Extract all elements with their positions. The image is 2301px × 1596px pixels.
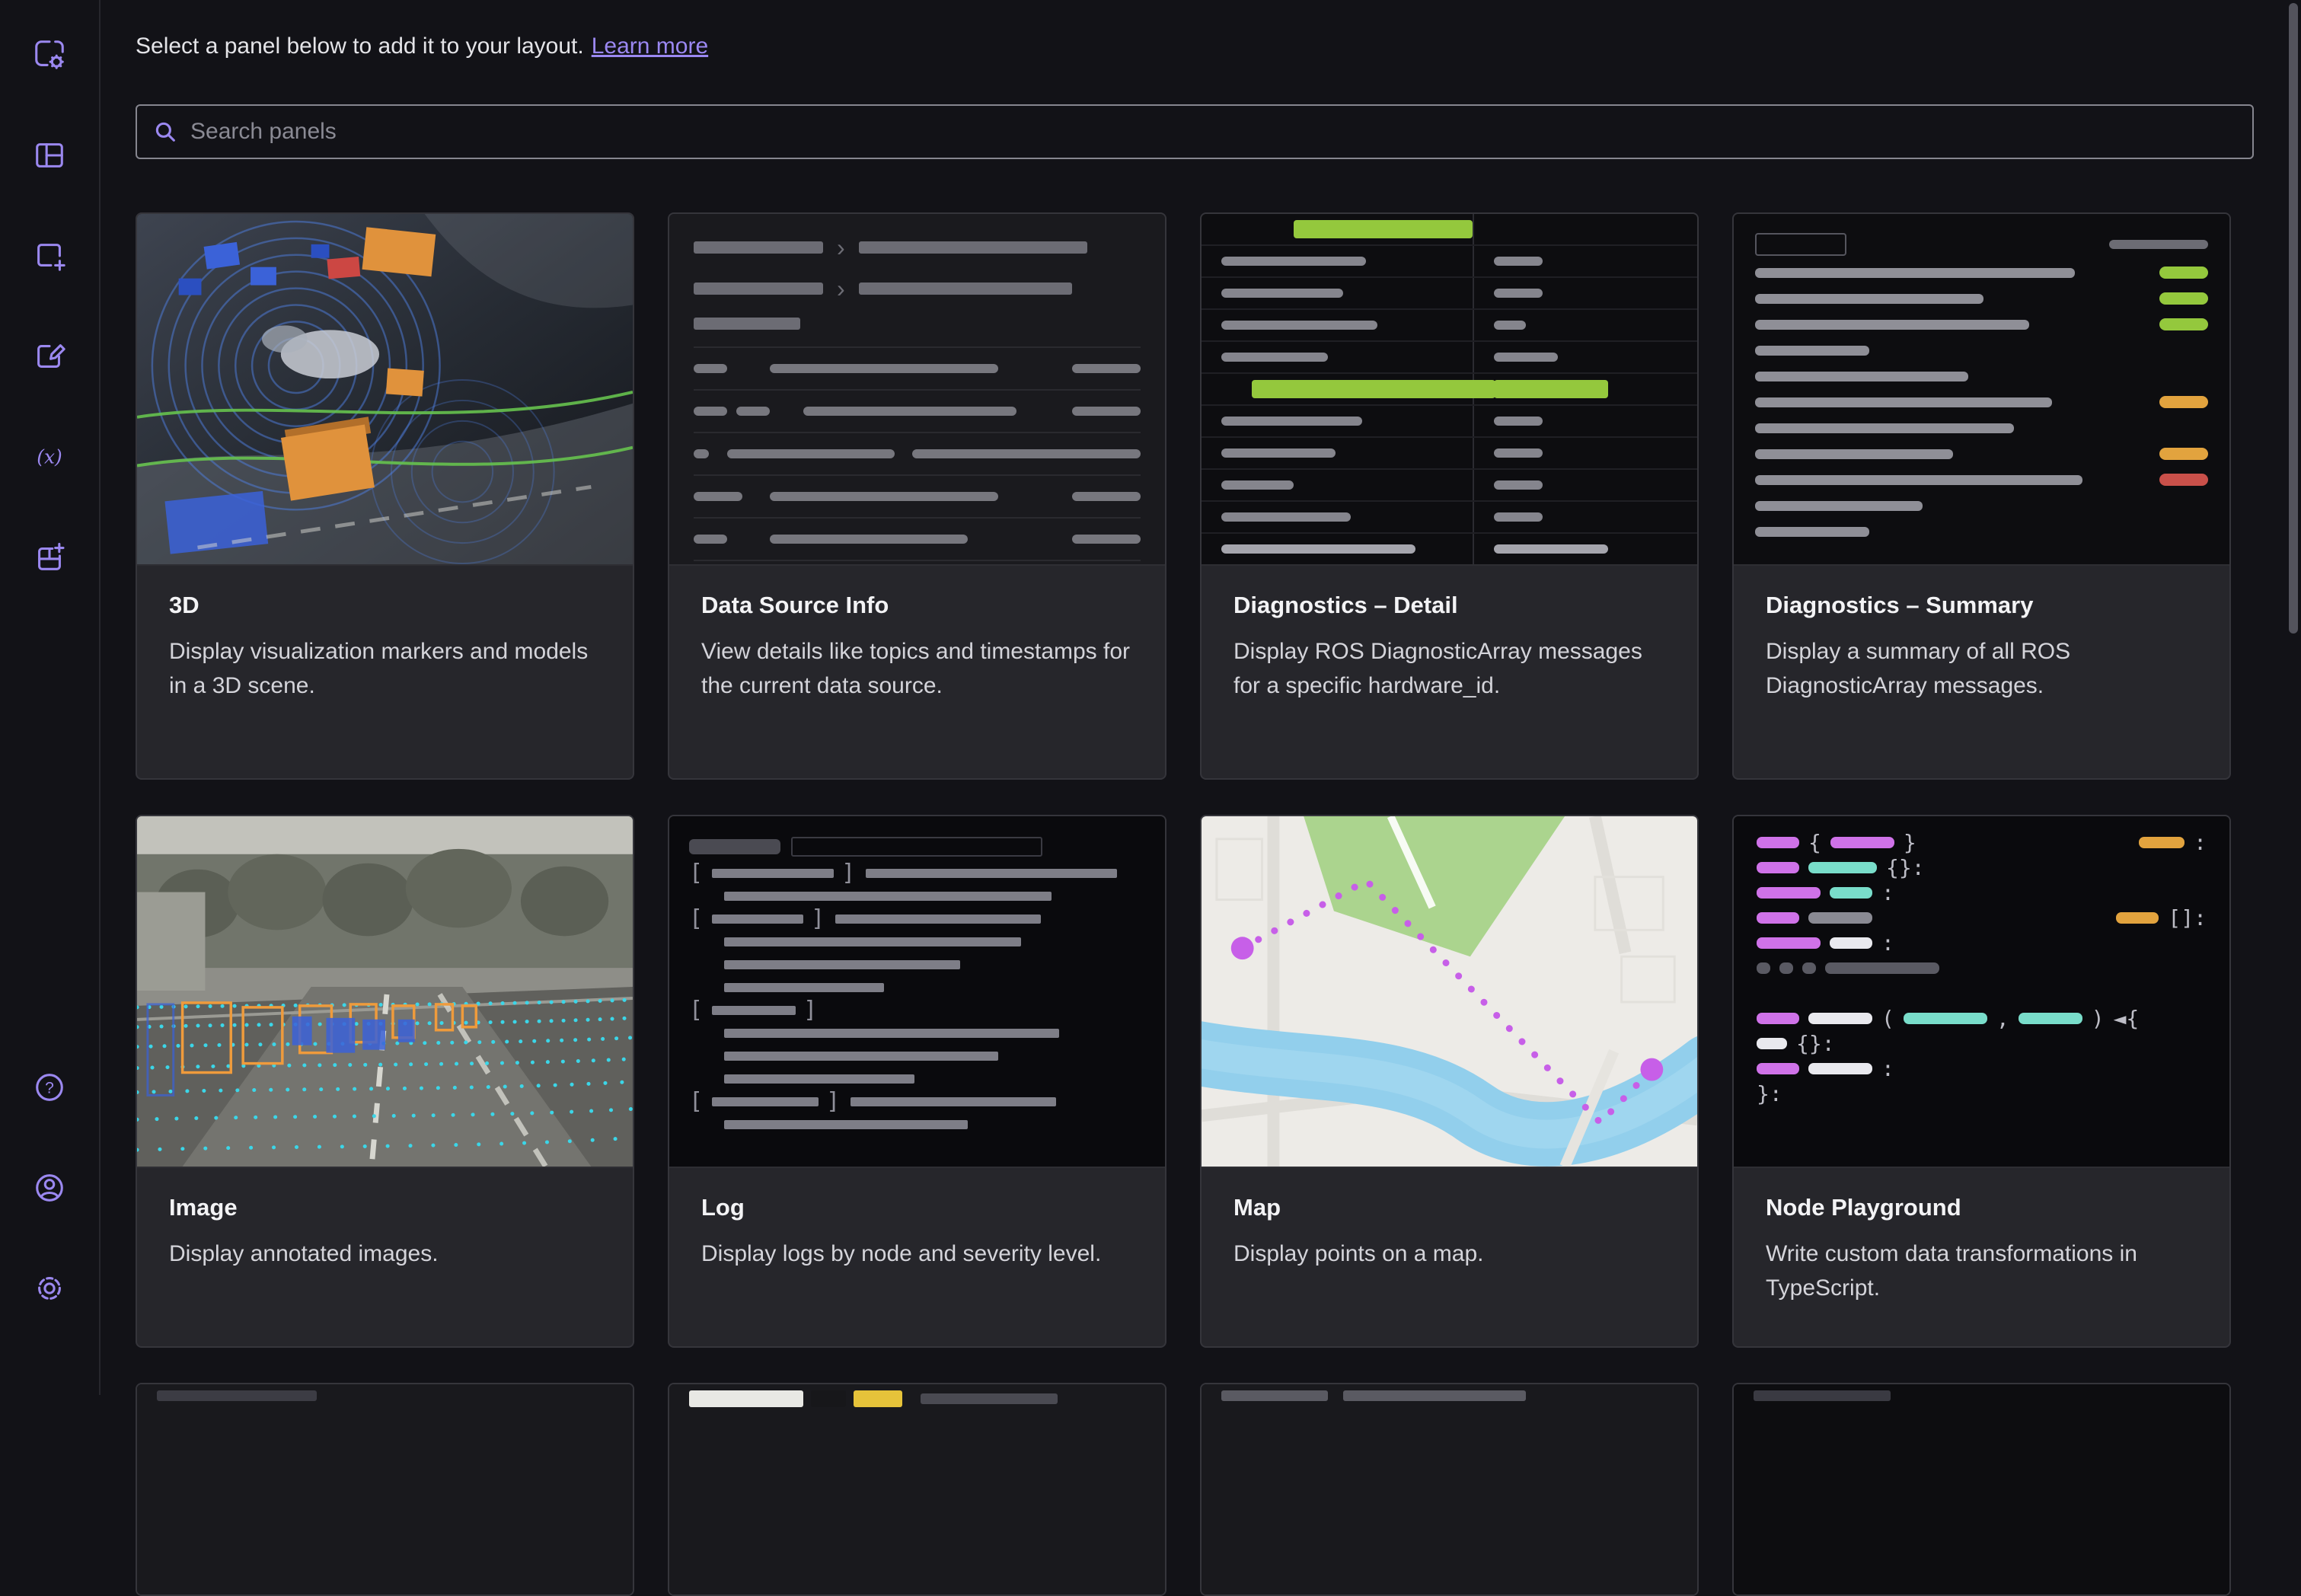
- partial-thumbnail: [669, 1384, 1165, 1596]
- panel-card-partial-2[interactable]: [668, 1383, 1166, 1596]
- help-button[interactable]: ?: [28, 1066, 71, 1109]
- prompt-text: Select a panel below to add it to your l…: [136, 34, 584, 59]
- panel-description: View details like topics and timestamps …: [701, 634, 1133, 703]
- extensions-button[interactable]: [28, 536, 71, 579]
- panel-card-diagnostics-detail[interactable]: Diagnostics – Detail Display ROS Diagnos…: [1200, 212, 1699, 780]
- panel-title: Log: [701, 1194, 1133, 1221]
- variables-icon: (x): [32, 439, 67, 474]
- image-panel-thumbnail: [137, 816, 633, 1168]
- panel-card-log[interactable]: [] [] [] [] Log Display logs by node and…: [668, 815, 1166, 1348]
- panel-card-map[interactable]: Map Display points on a map.: [1200, 815, 1699, 1348]
- data-source-button[interactable]: [28, 34, 71, 76]
- log-panel-thumbnail: [] [] [] []: [669, 816, 1165, 1168]
- account-icon: [32, 1170, 67, 1205]
- panel-title: Node Playground: [1766, 1194, 2197, 1221]
- diagnostics-summary-thumbnail: [1734, 214, 2229, 566]
- panel-description: Display visualization markers and models…: [169, 634, 601, 703]
- panel-title: Diagnostics – Detail: [1233, 592, 1665, 619]
- diagnostics-detail-thumbnail: [1202, 214, 1697, 566]
- map-panel-thumbnail: [1202, 816, 1697, 1168]
- panel-description: Display annotated images.: [169, 1237, 601, 1271]
- add-panel-icon: [32, 238, 67, 273]
- partial-thumbnail: [1734, 1384, 2229, 1596]
- panel-card-data-source-info[interactable]: › › Data Source Info View details like t…: [668, 212, 1166, 780]
- panel-title: Map: [1233, 1194, 1665, 1221]
- panel-catalog-header: Select a panel below to add it to your l…: [136, 34, 708, 59]
- left-sidebar: (x) ?: [0, 0, 101, 1395]
- panel-title: 3D: [169, 592, 601, 619]
- partial-thumbnail: [137, 1384, 633, 1596]
- edit-layout-button[interactable]: [28, 335, 71, 378]
- layouts-icon: [32, 138, 67, 173]
- settings-button[interactable]: [28, 1267, 71, 1310]
- search-icon: [152, 119, 178, 145]
- layouts-button[interactable]: [28, 134, 71, 177]
- help-icon: ?: [32, 1070, 67, 1105]
- panel-card-3d[interactable]: 3D Display visualization markers and mod…: [136, 212, 634, 780]
- panel-card-image[interactable]: Image Display annotated images.: [136, 815, 634, 1348]
- svg-text:(x): (x): [37, 446, 62, 468]
- panel-description: Display points on a map.: [1233, 1237, 1665, 1271]
- panel-card-node-playground[interactable]: {}: {}: : []: : (,)◄{ {}: : }: Node Play…: [1732, 815, 2231, 1348]
- add-panel-button[interactable]: [28, 235, 71, 277]
- panel-title: Diagnostics – Summary: [1766, 592, 2197, 619]
- node-playground-thumbnail: {}: {}: : []: : (,)◄{ {}: : }:: [1734, 816, 2229, 1168]
- svg-text:?: ?: [45, 1080, 54, 1097]
- panel-title: Image: [169, 1194, 601, 1221]
- settings-icon: [32, 1271, 67, 1306]
- panel-description: Display logs by node and severity level.: [701, 1237, 1133, 1271]
- search-panels-box: [136, 104, 2254, 159]
- panel-card-diagnostics-summary[interactable]: Diagnostics – Summary Display a summary …: [1732, 212, 2231, 780]
- vertical-scrollbar[interactable]: [2289, 3, 2298, 634]
- variables-button[interactable]: (x): [28, 436, 71, 478]
- panel-card-partial-4[interactable]: [1732, 1383, 2231, 1596]
- panel-description: Write custom data transformations in Typ…: [1766, 1237, 2197, 1305]
- edit-layout-icon: [32, 339, 67, 374]
- search-input[interactable]: [190, 119, 2237, 145]
- data-source-settings-icon: [32, 37, 67, 72]
- panel-title: Data Source Info: [701, 592, 1133, 619]
- account-button[interactable]: [28, 1167, 71, 1209]
- panel-catalog: Select a panel below to add it to your l…: [101, 0, 2301, 1395]
- panel-card-partial-3[interactable]: [1200, 1383, 1699, 1596]
- panel-card-partial-1[interactable]: [136, 1383, 634, 1596]
- panel-description: Display a summary of all ROS DiagnosticA…: [1766, 634, 2197, 703]
- 3d-panel-thumbnail: [137, 214, 633, 566]
- learn-more-link[interactable]: Learn more: [592, 34, 708, 59]
- panel-grid: 3D Display visualization markers and mod…: [136, 212, 2231, 1596]
- panel-description: Display ROS DiagnosticArray messages for…: [1233, 634, 1665, 703]
- extensions-icon: [32, 540, 67, 575]
- partial-thumbnail: [1202, 1384, 1697, 1596]
- data-source-info-thumbnail: › ›: [669, 214, 1165, 566]
